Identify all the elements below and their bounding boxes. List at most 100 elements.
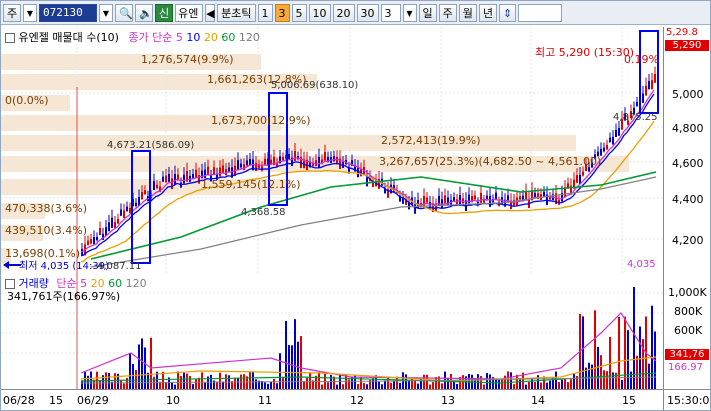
- low-annotation: 최저 4,035 (14:39): [19, 261, 110, 272]
- unit-year-button[interactable]: 년: [478, 3, 497, 22]
- search-icon[interactable]: 🔍: [115, 3, 133, 22]
- stock-name-field[interactable]: 유엔: [175, 3, 204, 22]
- period-type-label[interactable]: 분초틱: [217, 3, 256, 22]
- chart-type-button[interactable]: 주: [3, 3, 21, 22]
- candle-body: [204, 169, 206, 179]
- candle-body: [117, 218, 119, 224]
- candle-body: [648, 81, 650, 90]
- ma60-label: 60: [221, 31, 236, 44]
- period-10-button[interactable]: 10: [308, 3, 331, 22]
- volume-bar: [612, 372, 614, 389]
- pct-annotation: 0.19%: [624, 53, 659, 66]
- candle-body: [135, 202, 137, 207]
- candle-body: [237, 160, 239, 171]
- candle-body: [318, 156, 320, 168]
- time-label: 11: [258, 394, 272, 407]
- volume-bar: [219, 372, 221, 389]
- volume-bar: [99, 379, 101, 389]
- time-label: 10: [166, 394, 180, 407]
- unit-day-button[interactable]: 일: [418, 3, 437, 22]
- volume-current-tag: 341,76: [665, 349, 709, 360]
- volume-bar: [453, 381, 455, 389]
- prev-icon[interactable]: ◀: [205, 3, 216, 22]
- volume-bar: [624, 316, 626, 389]
- volume-bar: [423, 374, 425, 389]
- candle-body: [93, 237, 95, 245]
- candle-body: [366, 177, 368, 187]
- candle-body: [429, 201, 431, 209]
- extra-input[interactable]: [518, 3, 563, 22]
- volume-bar: [558, 382, 560, 389]
- candle-body: [357, 167, 359, 178]
- candle-body: [468, 194, 470, 204]
- candle-body: [618, 127, 620, 136]
- volume-panel[interactable]: 거래량 단순 5 20 60 120 341,761주(166.97%): [1, 273, 663, 389]
- updown-arrow-icon[interactable]: ⇕: [499, 3, 517, 22]
- time-label: 15: [49, 394, 63, 407]
- volume-bar: [132, 363, 134, 389]
- interval-input[interactable]: 3: [380, 3, 401, 22]
- time-label: 06/29: [77, 394, 109, 407]
- vma120-label: 120: [125, 277, 147, 290]
- volume-bar: [285, 320, 287, 389]
- candle-body: [162, 176, 164, 182]
- candle-body: [180, 182, 182, 188]
- period-1-button[interactable]: 1: [257, 3, 273, 22]
- bottom-price-annotation: 4,035: [627, 259, 656, 270]
- volume-bar: [531, 378, 533, 389]
- volume-bar: [651, 305, 653, 389]
- unit-month-button[interactable]: 월: [458, 3, 477, 22]
- interval-dropdown-icon[interactable]: ▼: [402, 3, 417, 22]
- time-label: 12: [350, 394, 364, 407]
- time-axis[interactable]: 06/28 15 06/29 10 11 12 13 14 15: [1, 389, 663, 410]
- volume-bar: [327, 382, 329, 389]
- ma10-label: 10: [186, 31, 201, 44]
- volume-bar: [222, 381, 224, 389]
- candle-body: [645, 85, 647, 96]
- new-badge[interactable]: 신: [155, 3, 174, 22]
- period-20-button[interactable]: 20: [332, 3, 355, 22]
- candle-body: [228, 167, 230, 172]
- peak2-annotation: 4,673.21(586.09): [107, 140, 195, 151]
- candle-body: [636, 101, 638, 106]
- speaker-icon[interactable]: 🔈: [135, 3, 153, 22]
- price-panel[interactable]: 유엔젤 매물대 수(10) 종가 단순 5 10 20 60 120 1,276…: [1, 27, 663, 274]
- time-value: 15:30:0: [667, 394, 710, 407]
- volume-bar: [186, 373, 188, 389]
- volume-bar: [129, 352, 131, 389]
- period-3-button[interactable]: 3: [274, 3, 290, 22]
- candle-body: [642, 93, 644, 103]
- candle-body: [243, 164, 245, 170]
- vp-label: 1,673,700(12.9%): [211, 114, 311, 127]
- period-5-button[interactable]: 5: [291, 3, 307, 22]
- stock-code-input[interactable]: [39, 3, 97, 22]
- chart-toolbar: 주 ▼ ▼ 🔍 🔈 신 유엔 ◀ 분초틱 1 3 5 10 20 30 3 ▼ …: [1, 1, 710, 25]
- candle-body: [534, 192, 536, 198]
- volume-bar: [150, 337, 152, 389]
- vp-label: 1,276,574(9.9%): [141, 53, 234, 66]
- volume-axis[interactable]: 1,000K 800K 600K 341,76 166.97: [663, 273, 710, 389]
- candle-body: [141, 192, 143, 200]
- candle-body: [576, 175, 578, 183]
- volume-bar: [618, 316, 620, 389]
- candle-body: [609, 137, 611, 142]
- candle-body: [108, 222, 110, 232]
- chart-type-dropdown-icon[interactable]: ▼: [23, 3, 37, 22]
- candle-body: [612, 136, 614, 145]
- candle-body: [615, 130, 617, 138]
- candle-body: [120, 209, 122, 216]
- volume-bar: [384, 380, 386, 389]
- high-annotation: 최고 5,290 (15:30): [535, 46, 635, 59]
- current-price-tag: 5,290: [665, 40, 709, 51]
- price-chart-svg: [1, 27, 663, 273]
- volume-bar: [279, 353, 281, 389]
- candle-body: [582, 171, 584, 176]
- code-dropdown-icon[interactable]: ▼: [99, 3, 113, 22]
- vp-label: 1,559,145(12.1%): [201, 178, 301, 191]
- candle-body: [105, 227, 107, 236]
- candle-body: [447, 197, 449, 206]
- candle-body: [453, 197, 455, 201]
- unit-week-button[interactable]: 주: [438, 3, 457, 22]
- period-30-button[interactable]: 30: [356, 3, 379, 22]
- price-axis[interactable]: 5,29.8 5,290 5,000 4,800 4,600 4,400 4,2…: [663, 27, 710, 273]
